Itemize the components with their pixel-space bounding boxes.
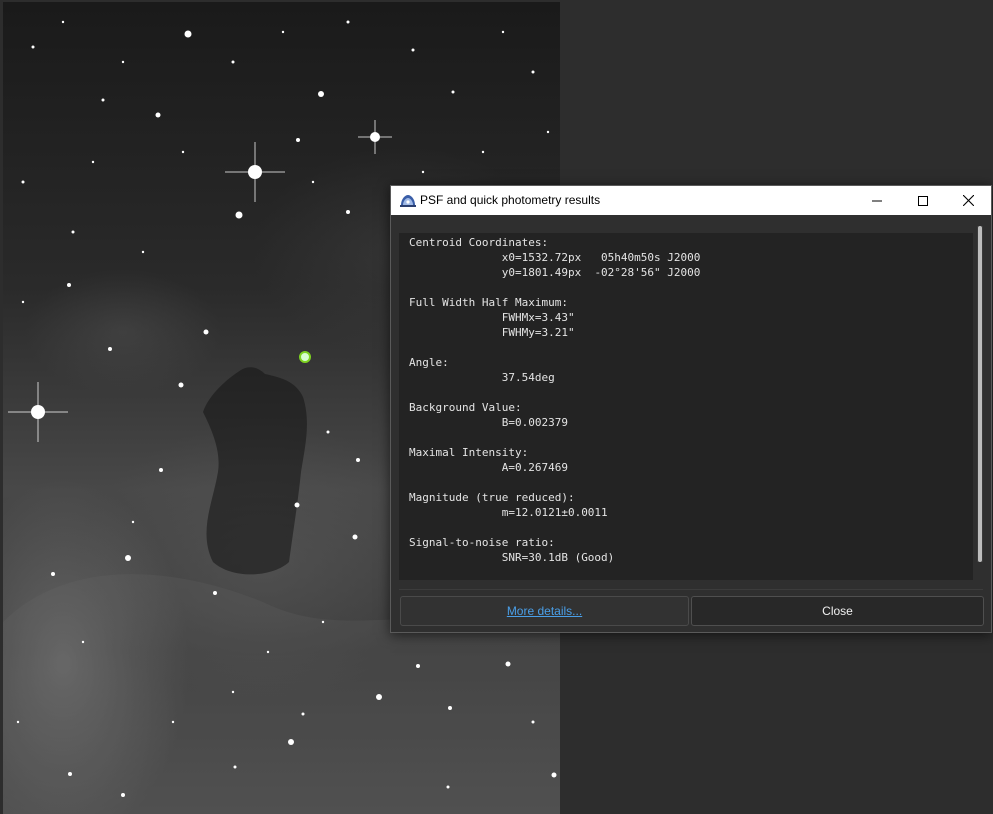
results-text-view[interactable]: Centroid Coordinates: x0=1532.72px 05h40… <box>399 233 973 580</box>
minimize-icon <box>872 200 882 201</box>
photometry-results-text: Centroid Coordinates: x0=1532.72px 05h40… <box>409 236 701 564</box>
maximize-icon <box>918 195 928 206</box>
minimize-button[interactable] <box>854 186 900 215</box>
app-workspace: PSF and quick photometry results Centroi… <box>0 0 993 814</box>
maximize-button[interactable] <box>900 186 946 215</box>
more-details-button[interactable]: More details... <box>400 596 689 626</box>
close-window-button[interactable] <box>945 186 991 215</box>
dialog-titlebar[interactable]: PSF and quick photometry results <box>391 186 991 215</box>
close-button[interactable]: Close <box>691 596 984 626</box>
close-icon <box>962 195 974 206</box>
footer-divider <box>399 589 983 590</box>
scrollbar-thumb[interactable] <box>978 226 982 562</box>
siril-app-icon <box>400 195 416 207</box>
selected-star-marker[interactable] <box>299 351 311 363</box>
results-scrollbar[interactable] <box>977 226 983 562</box>
psf-results-dialog: PSF and quick photometry results Centroi… <box>390 185 992 633</box>
dialog-title: PSF and quick photometry results <box>420 193 601 207</box>
horsehead-nebula-shape <box>203 367 307 575</box>
